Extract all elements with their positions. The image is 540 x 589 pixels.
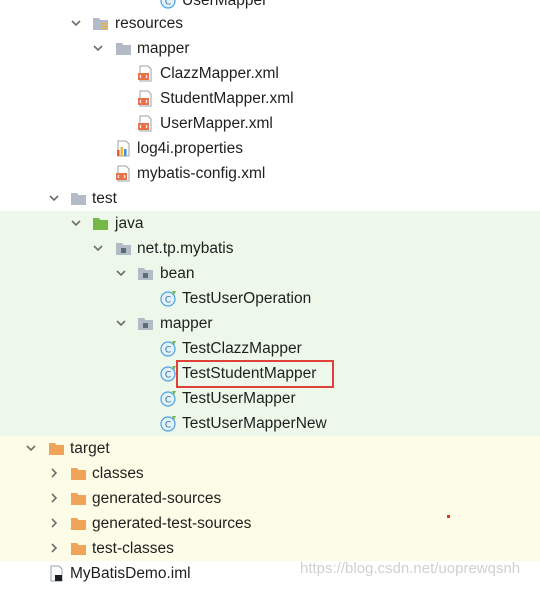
tree-label: generated-test-sources — [92, 515, 252, 532]
tree-row-package[interactable]: net.tp.mybatis — [0, 236, 540, 261]
tree-label: UserMapper.xml — [160, 115, 273, 132]
class-icon — [160, 390, 177, 407]
tree-row-test-user-operation[interactable]: TestUserOperation — [0, 286, 540, 311]
class-icon — [160, 415, 177, 432]
tree-label: test — [92, 190, 117, 207]
watermark: https://blog.csdn.net/uoprewqsnh — [300, 560, 521, 577]
tree-label: ClazzMapper.xml — [160, 65, 279, 82]
excluded-folder-icon — [70, 515, 87, 532]
tree-row-generated-sources[interactable]: generated-sources — [0, 486, 540, 511]
xml-file-icon — [137, 65, 154, 82]
tree-label: generated-sources — [92, 490, 222, 507]
tree-label: MyBatisDemo.iml — [70, 565, 191, 582]
tree-label: bean — [160, 265, 195, 282]
chevron-right-icon[interactable] — [48, 467, 60, 479]
tree-row-resources[interactable]: resources — [0, 11, 540, 36]
excluded-folder-icon — [48, 440, 65, 457]
tree-label: mapper — [137, 40, 190, 57]
excluded-folder-icon — [70, 490, 87, 507]
tree-label: mybatis-config.xml — [137, 165, 266, 182]
red-dot-mark — [447, 515, 450, 518]
package-icon — [137, 315, 154, 332]
class-icon — [160, 365, 177, 382]
tree-row-clazz-xml[interactable]: ClazzMapper.xml — [0, 61, 540, 86]
folder-icon — [115, 40, 132, 57]
tree-label: TestUserMapperNew — [182, 415, 327, 432]
tree-label: log4i.properties — [137, 140, 243, 157]
tree-label: TestUserMapper — [182, 390, 296, 407]
tree-label: mapper — [160, 315, 213, 332]
tree-row-test-user[interactable]: TestUserMapper — [0, 386, 540, 411]
package-icon — [137, 265, 154, 282]
excluded-folder-icon — [70, 465, 87, 482]
tree-row-target[interactable]: target — [0, 436, 540, 461]
tree-label: classes — [92, 465, 144, 482]
class-icon — [160, 290, 177, 307]
tree-label: TestClazzMapper — [182, 340, 302, 357]
iml-file-icon — [48, 565, 65, 582]
tree-label: UserMapper — [182, 0, 268, 9]
chevron-down-icon[interactable] — [115, 267, 127, 279]
tree-label: java — [115, 215, 144, 232]
chevron-right-icon[interactable] — [48, 542, 60, 554]
tree-row-user-xml[interactable]: UserMapper.xml — [0, 111, 540, 136]
chevron-right-icon[interactable] — [48, 492, 60, 504]
tree-label: target — [70, 440, 110, 457]
tree-label: resources — [115, 15, 184, 32]
tree-row-generated-test-sources[interactable]: generated-test-sources — [0, 511, 540, 536]
chevron-down-icon[interactable] — [25, 442, 37, 454]
class-icon — [160, 340, 177, 357]
xml-file-icon — [137, 115, 154, 132]
resources-folder-icon — [92, 15, 109, 32]
xml-file-icon — [115, 165, 132, 182]
highlight-annotation-box — [176, 360, 334, 388]
tree-label: StudentMapper.xml — [160, 90, 294, 107]
properties-file-icon — [115, 140, 132, 157]
class-icon — [160, 0, 177, 9]
folder-icon — [70, 190, 87, 207]
tree-row-mybatis-config[interactable]: mybatis-config.xml — [0, 161, 540, 186]
tree-row-classes[interactable]: classes — [0, 461, 540, 486]
chevron-down-icon[interactable] — [115, 317, 127, 329]
excluded-folder-icon — [70, 540, 87, 557]
tree-row-test-mapper[interactable]: mapper — [0, 311, 540, 336]
tree-label: TestUserOperation — [182, 290, 312, 307]
tree-label: test-classes — [92, 540, 174, 557]
tree-row-bean[interactable]: bean — [0, 261, 540, 286]
tree-row-test[interactable]: test — [0, 186, 540, 211]
chevron-down-icon[interactable] — [48, 192, 60, 204]
chevron-down-icon[interactable] — [92, 242, 104, 254]
tree-row-student-xml[interactable]: StudentMapper.xml — [0, 86, 540, 111]
xml-file-icon — [137, 90, 154, 107]
tree-row-test-clazz[interactable]: TestClazzMapper — [0, 336, 540, 361]
tree-row-log4j[interactable]: log4i.properties — [0, 136, 540, 161]
tree-label: net.tp.mybatis — [137, 240, 234, 257]
package-icon — [115, 240, 132, 257]
tree-row-test-classes[interactable]: test-classes — [0, 536, 540, 561]
chevron-right-icon[interactable] — [48, 517, 60, 529]
chevron-down-icon[interactable] — [70, 17, 82, 29]
test-source-folder-icon — [92, 215, 109, 232]
chevron-down-icon[interactable] — [92, 42, 104, 54]
chevron-down-icon[interactable] — [70, 217, 82, 229]
tree-row-test-user-new[interactable]: TestUserMapperNew — [0, 411, 540, 436]
tree-row-mapper[interactable]: mapper — [0, 36, 540, 61]
tree-row-java[interactable]: java — [0, 211, 540, 236]
